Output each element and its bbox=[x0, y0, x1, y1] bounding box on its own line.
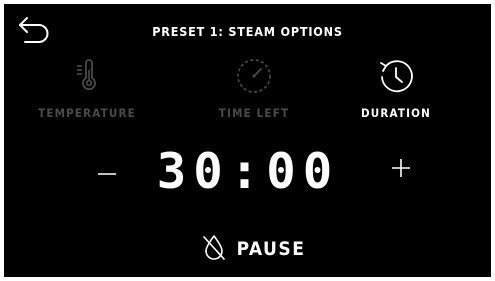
decrement-button[interactable] bbox=[89, 152, 125, 188]
page-title: PRESET 1: STEAM OPTIONS bbox=[152, 24, 343, 39]
timer-dial-icon bbox=[234, 56, 274, 96]
clock-refresh-icon bbox=[376, 56, 416, 96]
option-duration-label: DURATION bbox=[360, 106, 432, 120]
pause-button[interactable]: PAUSE bbox=[194, 232, 312, 266]
thermometer-icon bbox=[67, 56, 107, 96]
duration-value: 30:00 bbox=[156, 143, 340, 200]
option-duration[interactable]: DURATION bbox=[341, 56, 451, 126]
steam-options-screen: PRESET 1: STEAM OPTIONS TEMPERATURE TIME… bbox=[4, 4, 491, 277]
plus-icon bbox=[390, 157, 412, 183]
pause-label: PAUSE bbox=[236, 238, 306, 260]
option-temperature[interactable]: TEMPERATURE bbox=[32, 56, 142, 126]
increment-button[interactable] bbox=[383, 152, 419, 188]
option-time-left[interactable]: TIME LEFT bbox=[199, 56, 309, 126]
no-water-icon bbox=[201, 233, 227, 265]
option-temperature-label: TEMPERATURE bbox=[38, 106, 136, 120]
minus-icon bbox=[96, 161, 118, 180]
option-time-left-label: TIME LEFT bbox=[218, 106, 290, 120]
